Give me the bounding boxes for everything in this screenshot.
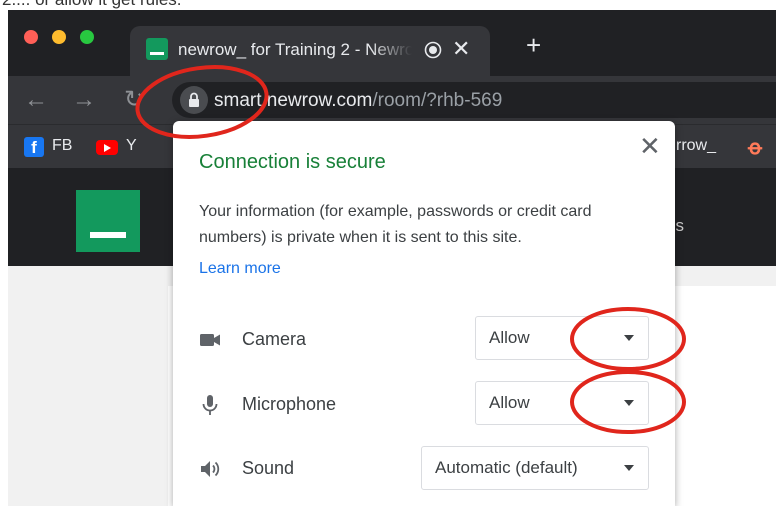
forward-button[interactable]: → — [72, 86, 96, 114]
speaker-icon — [201, 461, 220, 477]
tab-title: newrow_ for Training 2 - Newrow — [178, 40, 412, 59]
caption-text: 2.... or allow it get rules. — [2, 0, 182, 10]
sound-permission-select[interactable]: Automatic (default) — [421, 446, 649, 490]
youtube-icon — [96, 140, 118, 155]
microphone-label: Microphone — [242, 394, 337, 414]
chevron-down-icon — [624, 465, 634, 471]
camera-label: Camera — [242, 329, 307, 349]
address-bar[interactable]: smart.newrow.com/room/?rhb-569 — [172, 82, 776, 118]
tab-close-button[interactable]: ✕ — [452, 37, 470, 61]
bookmark-youtube[interactable]: Y — [126, 137, 137, 155]
microphone-permission-select[interactable]: Allow — [475, 381, 649, 425]
chevron-down-icon — [624, 335, 634, 341]
learn-more-link[interactable]: Learn more — [199, 260, 281, 278]
minimize-window-button[interactable] — [52, 30, 66, 44]
facebook-icon: f — [24, 137, 44, 157]
connection-status-title: Connection is secure — [199, 151, 386, 173]
browser-toolbar: ← → ↻ smart.newrow.com/room/?rhb-569 — [8, 76, 776, 124]
hubspot-icon[interactable]: ꝋ — [748, 135, 762, 160]
new-tab-button[interactable]: + — [526, 32, 541, 58]
microphone-icon — [202, 395, 218, 415]
connection-description: Your information (for example, passwords… — [199, 203, 592, 246]
recording-indicator-icon — [424, 41, 442, 59]
url-host: smart.newrow.com — [214, 90, 373, 111]
newrow-logo[interactable] — [76, 190, 140, 252]
bookmark-newrow[interactable]: rrow_ — [676, 137, 716, 155]
back-button[interactable]: ← — [24, 86, 48, 114]
lock-icon — [189, 92, 199, 107]
site-info-button[interactable] — [180, 86, 208, 114]
chevron-down-icon — [624, 400, 634, 406]
active-tab[interactable]: newrow_ for Training 2 - Newrow ✕ — [130, 26, 490, 76]
tab-strip: newrow_ for Training 2 - Newrow ✕ + — [8, 10, 776, 76]
camera-permission-select[interactable]: Allow — [475, 316, 649, 360]
camera-permission-value: Allow — [489, 328, 530, 347]
url-path: /room/?rhb-569 — [372, 90, 503, 111]
microphone-permission-value: Allow — [489, 393, 530, 412]
site-info-popup: ✕ Connection is secure Your information … — [173, 121, 675, 506]
url-text[interactable]: smart.newrow.com/room/?rhb-569 — [214, 90, 502, 112]
maximize-window-button[interactable] — [80, 30, 94, 44]
browser-window: newrow_ for Training 2 - Newrow ✕ + ← → … — [8, 10, 776, 506]
camera-icon — [200, 334, 220, 346]
close-window-button[interactable] — [24, 30, 38, 44]
newrow-favicon-icon — [146, 38, 168, 60]
popup-close-button[interactable]: ✕ — [639, 133, 661, 159]
sound-permission-value: Automatic (default) — [435, 458, 578, 477]
bookmark-fb[interactable]: FB — [52, 137, 72, 155]
reload-button[interactable]: ↻ — [124, 86, 144, 114]
sound-label: Sound — [242, 458, 295, 478]
